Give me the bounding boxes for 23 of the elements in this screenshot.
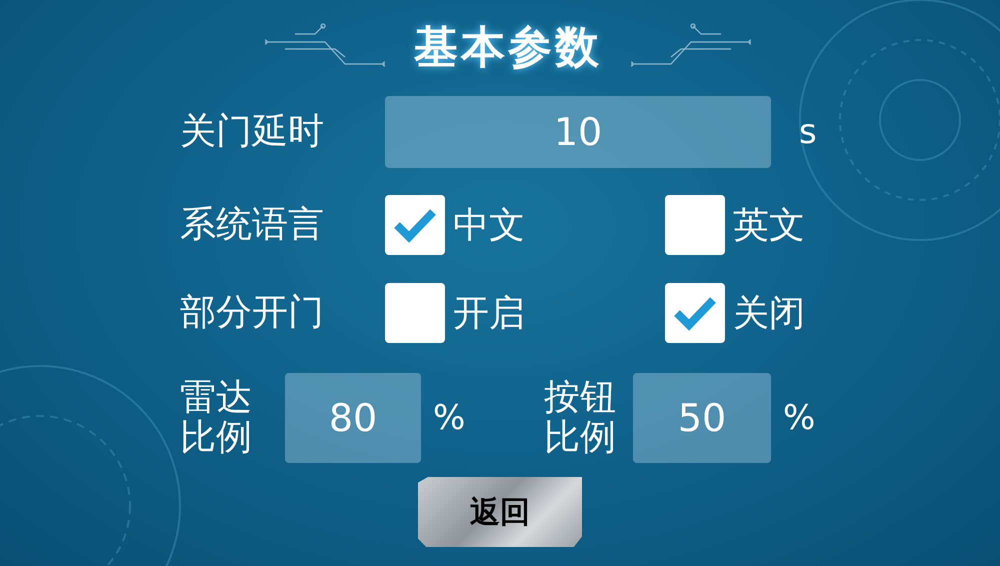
checkbox[interactable] [665,195,725,255]
check-icon [673,295,717,331]
option-label: 英文 [733,204,805,248]
input-field[interactable]: 10 [385,96,771,168]
check-icon [393,207,437,243]
option-label: 关闭 [733,292,805,336]
field-label: 关门延时 [180,112,325,152]
unit-label: % [433,398,466,438]
checkbox[interactable] [665,283,725,343]
field-label: 雷达比例 [180,378,253,458]
input-field[interactable]: 80 [285,373,421,463]
input-field[interactable]: 50 [633,373,771,463]
field-label: 部分开门 [180,293,325,333]
unit-label: s [799,112,817,152]
unit-label: % [783,398,816,438]
option-label: 开启 [453,292,525,336]
checkbox[interactable] [385,195,445,255]
checkbox[interactable] [385,283,445,343]
field-label: 按钮比例 [544,378,617,458]
option-label: 中文 [453,204,525,248]
back-button[interactable]: 返回 [418,477,582,547]
page-title: 基本参数 [413,20,603,74]
field-label: 系统语言 [180,205,325,245]
